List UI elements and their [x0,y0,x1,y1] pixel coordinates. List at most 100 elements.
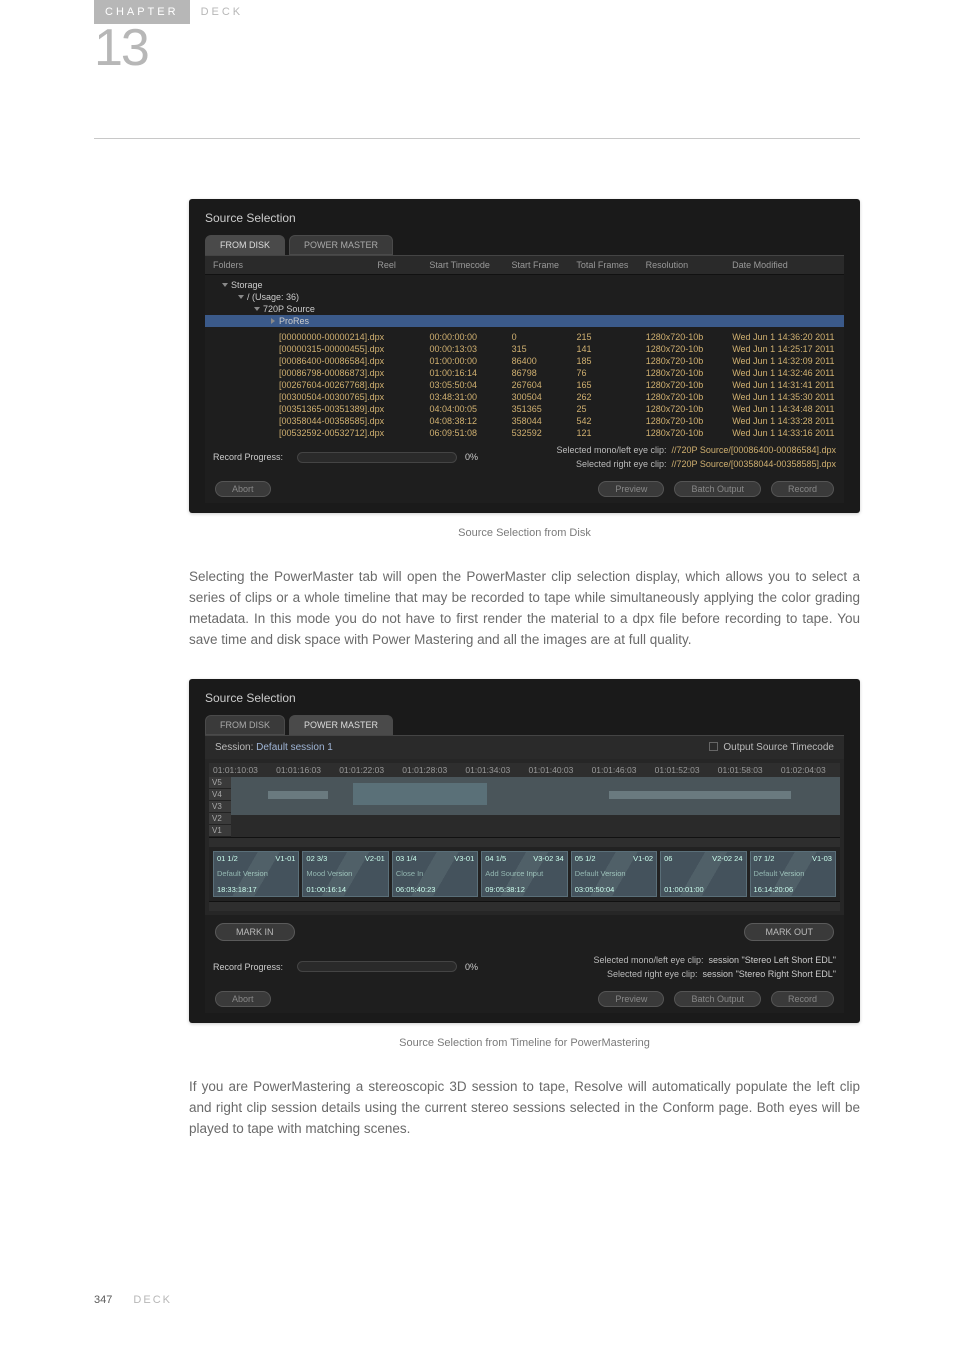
timecode-ruler[interactable]: 01:01:10:0301:01:16:0301:01:22:0301:01:2… [209,763,840,777]
chapter-title: DECK [190,0,255,24]
record-footer: Record Progress: 0% Selected mono/left e… [205,439,844,475]
footer-buttons: Abort Preview Batch Output Record [205,985,844,1013]
tree-prores[interactable]: ProRes [205,315,844,327]
disclosure-icon [222,283,228,287]
progress-bar [297,961,457,972]
footer-buttons: Abort Preview Batch Output Record [205,475,844,503]
progress-label: Record Progress: [213,452,283,462]
preview-button[interactable]: Preview [598,481,664,497]
file-row[interactable]: [00000315-00000455].dpx00:00:13:03315141… [205,343,844,355]
caption: Source Selection from Timeline for Power… [189,1037,860,1049]
timeline: 01:01:10:0301:01:16:0301:01:22:0301:01:2… [205,759,844,915]
file-row[interactable]: [00300504-00300765].dpx03:48:31:00300504… [205,391,844,403]
mark-in-button[interactable]: MARK IN [215,923,295,941]
clip-bar[interactable] [609,791,792,799]
file-row[interactable]: [00000000-00000214].dpx00:00:00:00021512… [205,331,844,343]
page-footer: 347 DECK [94,1294,172,1306]
file-row[interactable]: [00086400-00086584].dpx01:00:00:00864001… [205,355,844,367]
mini-ruler[interactable] [209,901,840,911]
chapter-number: 13 [94,18,860,78]
tab-bar: FROM DISK POWER MASTER [205,715,844,735]
tree-storage[interactable]: Storage [205,279,844,291]
file-row[interactable]: [00351365-00351389].dpx04:04:00:05351365… [205,403,844,415]
disclosure-icon [238,295,244,299]
tab-from-disk[interactable]: FROM DISK [205,235,285,255]
disclosure-icon [254,307,260,311]
file-list: [00000000-00000214].dpx00:00:00:00021512… [205,331,844,439]
col-date: Date Modified [732,260,836,270]
folder-tree: Storage / (Usage: 36) 720P Source ProRes [205,275,844,331]
tree-720p[interactable]: 720P Source [205,303,844,315]
col-folders: Folders [213,260,377,270]
batch-output-button[interactable]: Batch Output [674,991,761,1007]
page-number: 347 [94,1294,112,1306]
abort-button[interactable]: Abort [215,481,271,497]
progress-value: 0% [465,962,478,972]
clip-thumbnail[interactable]: 05 1/2V1-02Default Version03:05:50:04 [571,851,657,897]
checkbox-icon[interactable] [709,742,718,751]
col-start-tc: Start Timecode [429,260,511,270]
footer-label: DECK [133,1294,172,1306]
caption: Source Selection from Disk [189,527,860,539]
track-lane[interactable] [231,777,840,815]
record-button[interactable]: Record [771,991,834,1007]
mark-buttons: MARK IN MARK OUT [205,915,844,949]
screenshot-source-selection-powermaster: Source Selection FROM DISK POWER MASTER … [189,679,860,1023]
mini-ruler[interactable] [209,837,840,847]
sel-left-label: Selected mono/left eye clip: [556,445,666,455]
track-labels: V5 V4 V3 V2 V1 [209,777,231,837]
file-row[interactable]: [00086798-00086873].dpx01:00:16:14867987… [205,367,844,379]
body-paragraph: If you are PowerMastering a stereoscopic… [189,1077,860,1140]
track-v3[interactable]: V3 [209,801,231,813]
sel-right-value: session "Stereo Right Short EDL" [703,969,836,979]
progress-value: 0% [465,452,478,462]
track-area: V5 V4 V3 V2 V1 [209,777,840,837]
tab-power-master[interactable]: POWER MASTER [289,715,393,735]
clip-thumbnail[interactable]: 06V2-02 2401:00:01:00 [660,851,746,897]
batch-output-button[interactable]: Batch Output [674,481,761,497]
session-value[interactable]: Default session 1 [256,742,333,753]
output-tc-label: Output Source Timecode [723,742,834,753]
clip-thumbnail[interactable]: 02 3/3V2-01Mood Version01:00:16:14 [302,851,388,897]
mark-out-button[interactable]: MARK OUT [744,923,834,941]
screenshot-source-selection-disk: Source Selection FROM DISK POWER MASTER … [189,199,860,513]
clip-bar[interactable] [353,783,487,805]
file-row[interactable]: [00267604-00267768].dpx03:05:50:04267604… [205,379,844,391]
tree-usage[interactable]: / (Usage: 36) [205,291,844,303]
track-v1[interactable]: V1 [209,825,231,837]
record-button[interactable]: Record [771,481,834,497]
session-bar: Session: Default session 1 Output Source… [205,735,844,759]
abort-button[interactable]: Abort [215,991,271,1007]
sel-right-label: Selected right eye clip: [607,969,698,979]
file-row[interactable]: [00358044-00358585].dpx04:08:38:12358044… [205,415,844,427]
track-v5[interactable]: V5 [209,777,231,789]
preview-button[interactable]: Preview [598,991,664,1007]
col-reel: Reel [377,260,429,270]
tab-from-disk[interactable]: FROM DISK [205,715,285,735]
body-paragraph: Selecting the PowerMaster tab will open … [189,567,860,651]
clip-bar[interactable] [268,791,329,799]
clip-thumbnail[interactable]: 03 1/4V3-01Close In06:05:40:23 [392,851,478,897]
tab-power-master[interactable]: POWER MASTER [289,235,393,255]
track-v2[interactable]: V2 [209,813,231,825]
sel-right-value: //720P Source/[00358044-00358585].dpx [672,459,836,469]
dialog-title: Source Selection [205,691,844,705]
session-label: Session: [215,742,253,753]
file-row[interactable]: [00532592-00532712].dpx06:09:51:08532592… [205,427,844,439]
divider [94,138,860,139]
sel-left-value: session "Stereo Left Short EDL" [709,955,836,965]
sel-left-value: //720P Source/[00086400-00086584].dpx [672,445,836,455]
clip-thumbnails: 01 1/2V1-01Default Version18:33:18:17 02… [209,847,840,901]
track-v4[interactable]: V4 [209,789,231,801]
sel-right-label: Selected right eye clip: [576,459,667,469]
col-start-fr: Start Frame [512,260,577,270]
column-headers: Folders Reel Start Timecode Start Frame … [205,255,844,275]
sel-left-label: Selected mono/left eye clip: [593,955,703,965]
clip-thumbnail[interactable]: 07 1/2V1-03Default Version16:14:20:06 [750,851,836,897]
clip-thumbnail[interactable]: 04 1/5V3-02 34Add Source Input09:05:38:1… [481,851,567,897]
record-footer: Record Progress: 0% Selected mono/left e… [205,949,844,985]
progress-label: Record Progress: [213,962,283,972]
progress-bar [297,452,457,463]
col-res: Resolution [646,260,733,270]
clip-thumbnail[interactable]: 01 1/2V1-01Default Version18:33:18:17 [213,851,299,897]
